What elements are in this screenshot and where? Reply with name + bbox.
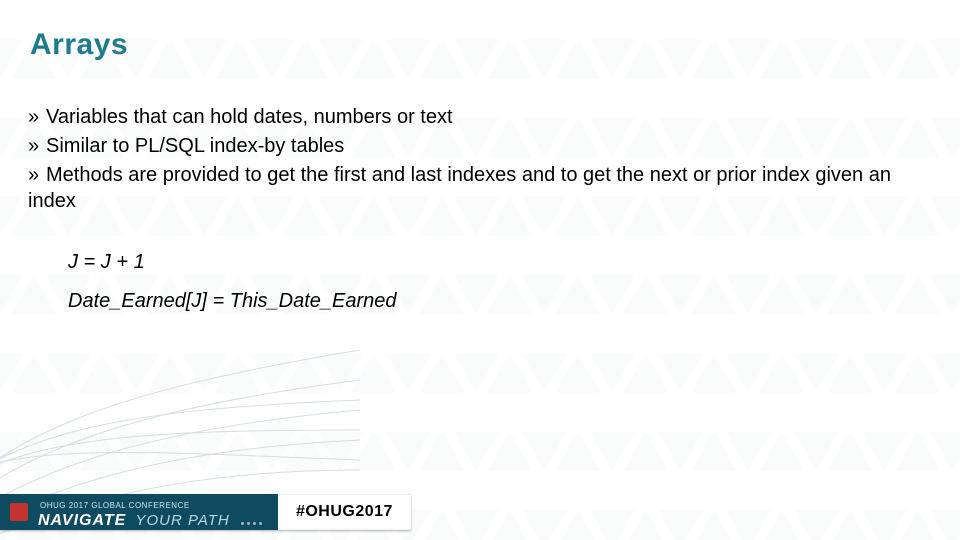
hashtag-chip: #OHUG2017 [278,494,411,530]
example-line: Date_Earned[J] = This_Date_Earned [68,288,932,315]
bullet-item: »Methods are provided to get the first a… [28,162,932,216]
bullet-text: Similar to PL/SQL index-by tables [46,135,344,157]
bullet-item: »Variables that can hold dates, numbers … [28,104,932,131]
bullet-marker-icon: » [28,104,46,131]
trailing-dots-icon [241,522,262,525]
slide-title: Arrays [30,28,128,62]
ohug-logo-icon [10,503,28,521]
conference-badge: OHUG 2017 GLOBAL CONFERENCE NAVIGATE YOU… [0,494,278,530]
bullet-text: Variables that can hold dates, numbers o… [46,106,453,128]
bullet-marker-icon: » [28,162,46,189]
bullet-text: Methods are provided to get the first an… [28,164,891,213]
footer-badge: OHUG 2017 GLOBAL CONFERENCE NAVIGATE YOU… [0,494,411,530]
example-line: J = J + 1 [68,249,932,276]
your-path-word: YOUR PATH [135,512,229,529]
navigate-word: NAVIGATE [38,512,126,529]
code-examples: J = J + 1 Date_Earned[J] = This_Date_Ear… [68,249,932,315]
bullet-item: »Similar to PL/SQL index-by tables [28,133,932,160]
conference-line: OHUG 2017 GLOBAL CONFERENCE [40,502,190,510]
bullet-marker-icon: » [28,133,46,160]
slide-body: »Variables that can hold dates, numbers … [28,104,932,327]
slide: Arrays »Variables that can hold dates, n… [0,0,960,540]
